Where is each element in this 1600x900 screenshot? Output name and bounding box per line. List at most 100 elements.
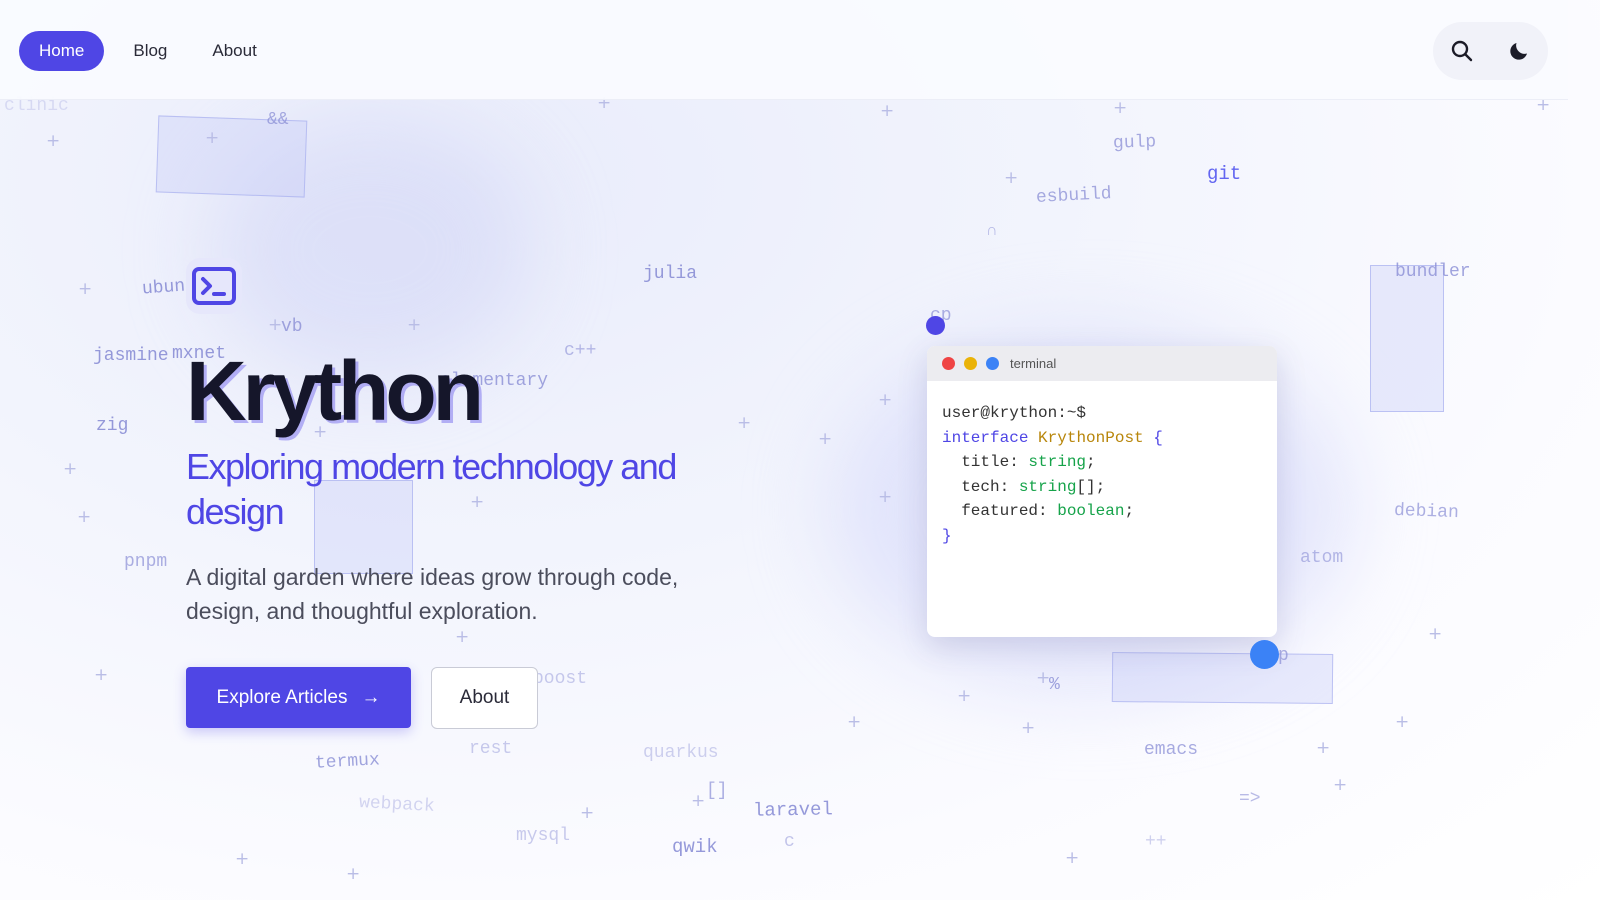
- code-type: string: [1028, 453, 1087, 471]
- bg-word: &&: [267, 110, 289, 130]
- plus-decoration: +: [94, 665, 109, 685]
- plus-decoration: +: [1004, 168, 1019, 188]
- plus-decoration: +: [46, 131, 61, 151]
- bg-word: qwik: [672, 836, 718, 858]
- nav-tools: [1433, 22, 1548, 80]
- main-nav: Home Blog About: [19, 31, 282, 71]
- close-dot: [942, 357, 955, 370]
- plus-decoration: +: [691, 791, 706, 811]
- hero-description: A digital garden where ideas grow throug…: [186, 564, 679, 624]
- terminal-title: terminal: [1010, 356, 1057, 371]
- terminal-window: terminal user@krython:~$ interface Kryth…: [927, 346, 1277, 637]
- bg-word: gulp: [1112, 132, 1157, 154]
- bg-word: %: [1049, 675, 1060, 695]
- bg-word: pnpm: [124, 552, 168, 572]
- top-navbar: Home Blog About: [0, 0, 1568, 100]
- code-type: boolean: [1057, 502, 1125, 520]
- bg-word: =>: [1239, 789, 1261, 809]
- code-suffix: [];: [1076, 477, 1106, 496]
- nav-blog[interactable]: Blog: [113, 31, 187, 71]
- arrow-right-icon: →: [361, 686, 381, 708]
- plus-decoration: +: [268, 315, 283, 335]
- bg-word: c++: [564, 341, 597, 361]
- search-icon: [1451, 40, 1472, 62]
- code-type-name: KrythonPost: [1038, 428, 1144, 447]
- code-brace: }: [942, 526, 952, 545]
- explore-articles-button[interactable]: Explore Articles →: [186, 667, 411, 728]
- code-keyword: interface: [942, 428, 1029, 447]
- decorative-rectangle: [1111, 652, 1334, 704]
- bg-word: emacs: [1144, 740, 1199, 760]
- theme-toggle-button[interactable]: [1497, 29, 1541, 73]
- terminal-prompt: user@krython:~$: [942, 404, 1087, 422]
- bg-word: laravel: [752, 798, 834, 822]
- plus-decoration: +: [1395, 712, 1410, 732]
- about-button[interactable]: About: [431, 667, 538, 729]
- code-brace: {: [1153, 428, 1163, 447]
- plus-decoration: +: [1113, 98, 1128, 118]
- plus-decoration: +: [235, 849, 250, 869]
- hero-title: Krython: [186, 344, 484, 438]
- plus-decoration: +: [1428, 624, 1443, 644]
- explore-articles-label: Explore Articles: [216, 686, 348, 708]
- bg-word: debian: [1393, 500, 1460, 524]
- bg-word: c: [784, 832, 795, 852]
- hero-subtitle: Exploring modern technology and design: [186, 446, 677, 532]
- minimize-dot: [964, 357, 977, 370]
- nav-about[interactable]: About: [192, 31, 276, 71]
- code-field: featured: [961, 502, 1039, 520]
- plus-decoration: +: [1021, 718, 1036, 738]
- plus-decoration: +: [346, 864, 361, 884]
- plus-decoration: +: [407, 315, 422, 335]
- bg-word: rest: [469, 739, 513, 759]
- plus-decoration: +: [847, 712, 862, 732]
- bg-word: []: [706, 781, 728, 801]
- plus-decoration: +: [1036, 668, 1051, 688]
- code-type: string: [1018, 477, 1077, 496]
- plus-decoration: +: [580, 803, 595, 823]
- plus-decoration: +: [205, 128, 220, 148]
- bg-word: julia: [643, 264, 698, 284]
- bg-word: termux: [314, 750, 381, 774]
- terminal-icon: [186, 258, 242, 314]
- decorative-rectangle: [1370, 265, 1444, 412]
- bg-word: mysql: [516, 826, 571, 846]
- plus-decoration: +: [63, 459, 78, 479]
- plus-decoration: +: [957, 686, 972, 706]
- plus-decoration: +: [880, 101, 895, 121]
- plus-decoration: +: [77, 507, 92, 527]
- plus-decoration: +: [878, 390, 893, 410]
- bg-word: jasmine: [93, 346, 169, 366]
- plus-decoration: +: [737, 413, 752, 433]
- decorative-dot-purple: [926, 316, 945, 335]
- code-field: tech: [961, 477, 1000, 496]
- bg-word: p: [1278, 646, 1289, 666]
- code-field: title: [961, 453, 1010, 471]
- decorative-dot-blue: [1250, 640, 1279, 669]
- bg-word: ∩: [987, 222, 997, 240]
- bg-word: atom: [1300, 548, 1344, 568]
- bg-word: ++: [1145, 832, 1167, 852]
- maximize-dot: [986, 357, 999, 370]
- bg-word: vb: [281, 317, 303, 337]
- bg-word: quarkus: [643, 743, 719, 763]
- plus-decoration: +: [1065, 848, 1080, 868]
- bg-word: git: [1207, 163, 1242, 185]
- plus-decoration: +: [1316, 738, 1331, 758]
- nav-home[interactable]: Home: [19, 31, 105, 71]
- plus-decoration: +: [1333, 775, 1348, 795]
- plus-decoration: +: [78, 279, 93, 299]
- bg-word: zig: [96, 416, 129, 436]
- terminal-header: terminal: [927, 346, 1277, 381]
- plus-decoration: +: [818, 429, 833, 449]
- terminal-code: user@krython:~$ interface KrythonPost { …: [942, 404, 1163, 545]
- about-button-label: About: [459, 687, 510, 708]
- plus-decoration: +: [878, 487, 893, 507]
- bg-word: bundler: [1395, 262, 1471, 282]
- moon-icon: [1510, 43, 1528, 60]
- bg-word: ubun: [141, 276, 186, 300]
- bg-word: esbuild: [1035, 184, 1113, 208]
- plus-decoration: +: [455, 627, 470, 647]
- bg-word: boost: [533, 669, 588, 689]
- search-button[interactable]: [1440, 29, 1484, 73]
